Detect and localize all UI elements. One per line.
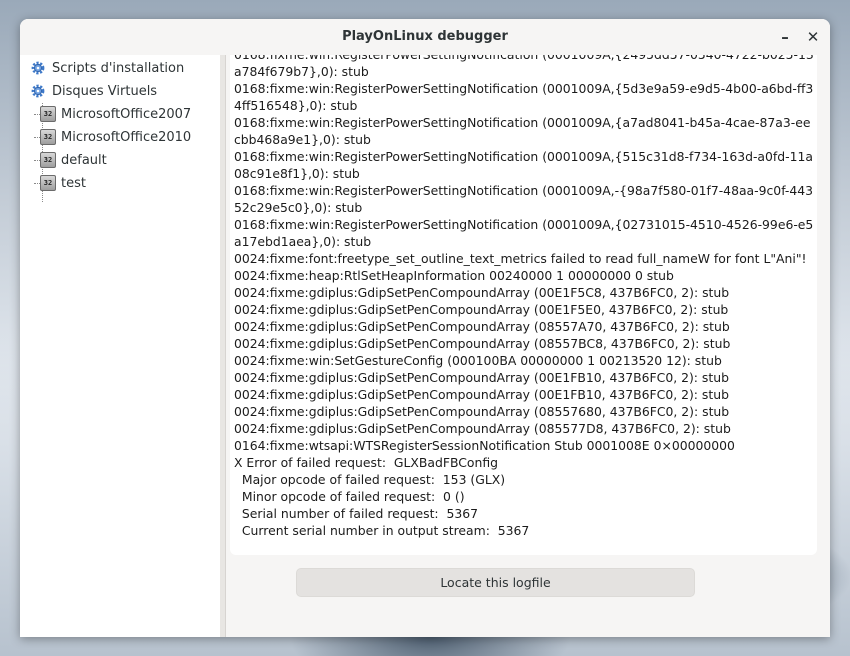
log-line: 0168:fixme:win:RegisterPowerSettingNotif… (234, 149, 813, 181)
disk-icon: 32 (40, 106, 56, 122)
log-line: 0024:fixme:gdiplus:GdipSetPenCompoundArr… (234, 387, 729, 402)
sidebar-item-virtual-disks[interactable]: Disques Virtuels (30, 80, 157, 102)
titlebar: PlayOnLinux debugger – ✕ (20, 19, 830, 56)
disk-icon: 32 (40, 175, 56, 191)
sidebar-item-label: Scripts d'installation (52, 60, 185, 76)
log-line: 0168:fixme:win:RegisterPowerSettingNotif… (234, 183, 813, 215)
log-line: 0168:fixme:win:RegisterPowerSettingNotif… (234, 115, 811, 147)
log-line: 0024:fixme:gdiplus:GdipSetPenCompoundArr… (234, 404, 730, 419)
log-line: 0024:fixme:gdiplus:GdipSetPenCompoundArr… (234, 370, 729, 385)
log-line: 0168:fixme:win:RegisterPowerSettingNotif… (234, 55, 814, 79)
minimize-button[interactable]: – (774, 26, 796, 48)
log-line: 0168:fixme:win:RegisterPowerSettingNotif… (234, 81, 814, 113)
log-line: 0024:fixme:gdiplus:GdipSetPenCompoundArr… (234, 421, 731, 436)
log-line: 0168:fixme:win:RegisterPowerSettingNotif… (234, 217, 814, 249)
log-line: 0024:fixme:heap:RtlSetHeapInformation 00… (234, 268, 674, 283)
gear-icon (31, 61, 45, 75)
log-line: 0024:fixme:gdiplus:GdipSetPenCompoundArr… (234, 285, 730, 300)
sidebar-tree: Scripts d'installation Disques Virtuels … (20, 55, 221, 637)
sidebar-item-test[interactable]: 32 test (40, 172, 86, 194)
sidebar-item-label: default (61, 152, 107, 168)
log-line: Current serial number in output stream: … (234, 523, 530, 538)
log-line: 0024:fixme:win:SetGestureConfig (000100B… (234, 353, 722, 368)
window-title: PlayOnLinux debugger (342, 29, 508, 44)
log-line: Serial number of failed request: 5367 (234, 506, 479, 521)
log-line: 0024:fixme:gdiplus:GdipSetPenCompoundArr… (234, 319, 730, 334)
log-line: 0024:fixme:font:freetype_set_outline_tex… (234, 251, 807, 266)
log-pane: 0168:fixme:win:RegisterPowerSettingNotif… (226, 55, 830, 637)
gear-icon (31, 84, 45, 98)
sidebar-item-label: test (61, 175, 86, 191)
sidebar-item-default[interactable]: 32 default (40, 149, 107, 171)
disk-icon: 32 (40, 129, 56, 145)
locate-logfile-button[interactable]: Locate this logfile (296, 568, 695, 597)
log-line: X Error of failed request: GLXBadFBConfi… (234, 455, 498, 470)
log-line: Major opcode of failed request: 153 (GLX… (234, 472, 506, 487)
sidebar-item-label: MicrosoftOffice2010 (61, 129, 192, 145)
sidebar-item-office2007[interactable]: 32 MicrosoftOffice2007 (40, 103, 191, 125)
disk-icon: 32 (40, 152, 56, 168)
sidebar-item-scripts[interactable]: Scripts d'installation (30, 57, 184, 79)
log-text: 0168:fixme:win:RegisterPowerSettingNotif… (230, 55, 817, 539)
log-line: 0164:fixme:wtsapi:WTSRegisterSessionNoti… (234, 438, 735, 453)
sidebar-item-label: MicrosoftOffice2007 (61, 106, 192, 122)
log-line: 0024:fixme:gdiplus:GdipSetPenCompoundArr… (234, 336, 731, 351)
log-line: 0024:fixme:gdiplus:GdipSetPenCompoundArr… (234, 302, 729, 317)
log-line: Minor opcode of failed request: 0 () (234, 489, 465, 504)
close-button[interactable]: ✕ (802, 26, 824, 48)
sidebar-item-label: Disques Virtuels (52, 83, 158, 99)
log-output[interactable]: 0168:fixme:win:RegisterPowerSettingNotif… (230, 55, 817, 555)
debugger-window: PlayOnLinux debugger – ✕ Scripts d'insta… (20, 19, 830, 637)
sidebar-item-office2010[interactable]: 32 MicrosoftOffice2010 (40, 126, 191, 148)
